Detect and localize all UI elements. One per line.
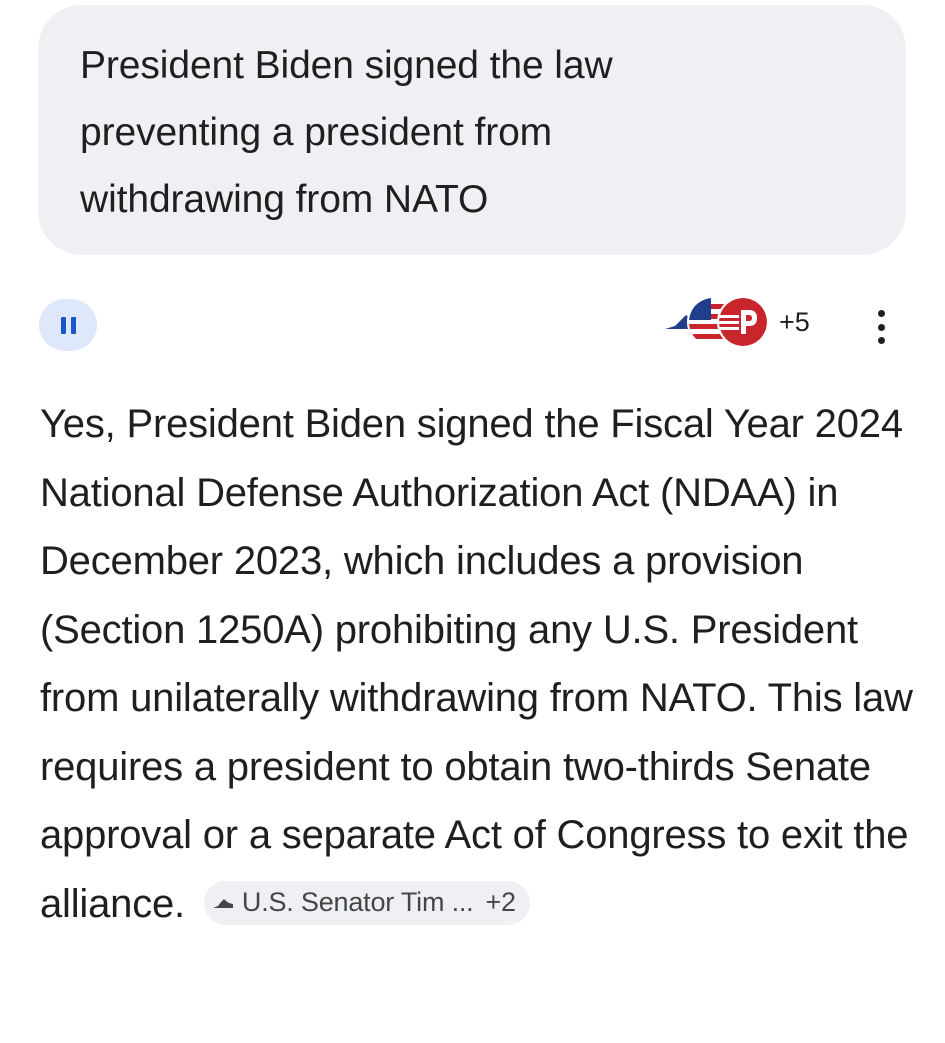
citation-more-count: +2: [485, 887, 516, 917]
user-query-text: President Biden signed the law preventin…: [80, 44, 613, 221]
sources-button[interactable]: +5: [657, 294, 810, 350]
pause-button[interactable]: [39, 299, 97, 351]
answer-text: Yes, President Biden signed the Fiscal Y…: [40, 402, 913, 926]
more-vert-icon[interactable]: [866, 306, 896, 348]
citation-source-label: U.S. Senator Tim ...: [241, 887, 474, 917]
virginia-state-icon: [212, 898, 233, 908]
user-message-bubble: President Biden signed the law preventin…: [38, 5, 906, 255]
pause-icon: [60, 316, 76, 334]
sources-more-count: +5: [779, 306, 810, 337]
red-p-logo-icon: [717, 296, 769, 348]
answer-paragraph: Yes, President Biden signed the Fiscal Y…: [40, 390, 920, 938]
citation-chip[interactable]: U.S. Senator Tim ... +2: [203, 880, 530, 925]
